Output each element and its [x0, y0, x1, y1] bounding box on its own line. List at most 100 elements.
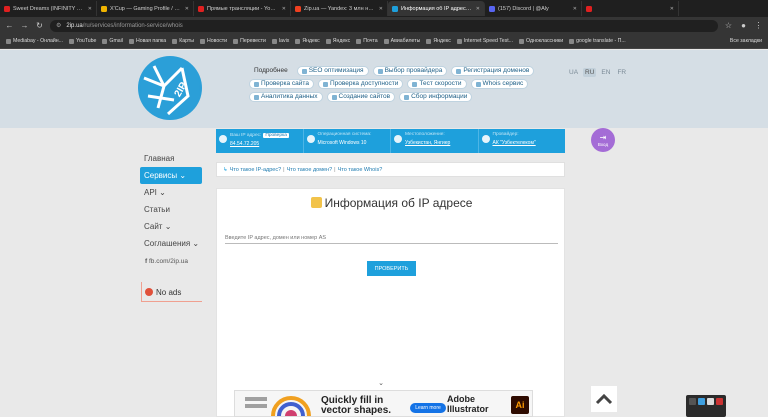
- crumb-what-is-ip[interactable]: Что такое IP-адрес?: [230, 167, 282, 173]
- bookmark-item[interactable]: Яндекс: [426, 38, 451, 44]
- bookmark-star-icon[interactable]: ☆: [724, 21, 733, 30]
- bookmark-favicon-icon: [295, 38, 301, 44]
- bookmark-item[interactable]: Карты: [172, 38, 194, 44]
- login-button[interactable]: ⇥ Вход: [591, 128, 615, 152]
- logo-globe-icon: 2IP: [140, 58, 200, 118]
- sidebar-item[interactable]: Сайт ⌄: [140, 218, 202, 235]
- tray-app-icon[interactable]: [698, 398, 705, 405]
- close-icon[interactable]: ✕: [476, 6, 480, 12]
- browser-tab[interactable]: (157) Discord | @Aly ✕: [485, 1, 582, 16]
- nav-link[interactable]: Выбор провайдера: [372, 66, 448, 76]
- bookmark-item[interactable]: Авиабилеты: [383, 38, 420, 44]
- bookmark-item[interactable]: Яндекс: [295, 38, 320, 44]
- nav-link[interactable]: Тест скорости: [407, 79, 467, 89]
- nav-link[interactable]: Whois сервис: [470, 79, 529, 89]
- ip-address-link[interactable]: 84.54.72.205: [230, 141, 289, 147]
- tray-app-icon[interactable]: [707, 398, 714, 405]
- advertisement-banner[interactable]: Quickly fill in vector shapes. Learn more…: [234, 390, 533, 417]
- bookmark-item[interactable]: Новая папка: [128, 38, 166, 44]
- lang-option[interactable]: UA: [567, 68, 580, 77]
- tray-app-icon[interactable]: [716, 398, 723, 405]
- sidebar-item[interactable]: Сервисы ⌄: [140, 167, 202, 184]
- bookmark-item[interactable]: YouTube: [69, 38, 96, 44]
- all-bookmarks-button[interactable]: Все закладки: [730, 38, 762, 44]
- bookmark-item[interactable]: Одноклассники: [519, 38, 563, 44]
- lang-option[interactable]: RU: [583, 68, 597, 77]
- bookmark-item[interactable]: Новости: [200, 38, 227, 44]
- tab-strip: Sweet Dreams (INFINITY BASS ✕ X'Cup — Gami…: [0, 0, 768, 17]
- system-tray: [686, 395, 726, 417]
- nav-link[interactable]: Регистрация доменов: [451, 66, 535, 76]
- browser-tab[interactable]: Sweet Dreams (INFINITY BASS ✕: [0, 1, 97, 16]
- web-page: 2IP Подробнее SEO оптимизация Выбор провай…: [0, 50, 768, 417]
- sidebar-item[interactable]: Главная: [140, 150, 202, 167]
- url-field[interactable]: ⚙ 2ip.ua/ru/services/information-service…: [50, 19, 718, 32]
- nav-link[interactable]: Подробнее: [249, 66, 293, 76]
- no-ads-link[interactable]: No ads: [141, 282, 202, 302]
- nav-link[interactable]: Проверка сайта: [249, 79, 314, 89]
- nav-link[interactable]: Сбор информации: [399, 92, 473, 102]
- close-icon[interactable]: ✕: [670, 6, 674, 12]
- browser-tab[interactable]: Информация об IP адресе - Whois✕: [388, 1, 485, 16]
- location-link[interactable]: Узбекистан, Янгиер: [405, 140, 450, 146]
- check-ip-button[interactable]: Проверка: [263, 133, 289, 138]
- browser-tab[interactable]: ✕: [582, 1, 679, 16]
- ip-domain-input[interactable]: [225, 233, 558, 244]
- nav-link[interactable]: Создание сайтов: [326, 92, 396, 102]
- bookmark-favicon-icon: [102, 38, 108, 44]
- reload-icon[interactable]: ↻: [35, 21, 44, 30]
- isp-link[interactable]: АК "Узбектелеком": [493, 140, 536, 146]
- close-icon[interactable]: ✕: [88, 6, 92, 12]
- browser-tab[interactable]: Прямые трансляции - YouTube ✕: [194, 1, 291, 16]
- bookmark-favicon-icon: [128, 38, 134, 44]
- bookmark-favicon-icon: [426, 38, 432, 44]
- bookmark-favicon-icon: [569, 38, 575, 44]
- lang-option[interactable]: EN: [599, 68, 612, 77]
- scroll-to-top-button[interactable]: [591, 386, 617, 412]
- close-icon[interactable]: ✕: [573, 6, 577, 12]
- nav-link[interactable]: Аналитика данных: [249, 92, 323, 102]
- question-icon: ↳: [223, 166, 228, 173]
- nav-link[interactable]: Проверка доступности: [317, 79, 404, 89]
- menu-icon[interactable]: ⋮: [754, 21, 763, 30]
- site-info-icon[interactable]: ⚙: [56, 22, 61, 29]
- forward-icon[interactable]: →: [20, 21, 29, 30]
- bookmark-favicon-icon: [456, 38, 462, 44]
- check-button[interactable]: ПРОВЕРИТЬ: [367, 261, 416, 276]
- bookmark-item[interactable]: Почта: [356, 38, 378, 44]
- computer-icon: [306, 135, 315, 143]
- site-logo[interactable]: 2IP: [138, 56, 202, 120]
- no-ads-icon: [145, 288, 153, 296]
- service-icon: [475, 81, 481, 87]
- bookmark-item[interactable]: Gmail: [102, 38, 123, 44]
- ad-learn-more-button[interactable]: Learn more: [410, 403, 446, 413]
- close-icon[interactable]: ✕: [379, 6, 383, 12]
- location-cell: Местоположение: Узбекистан, Янгиер: [391, 129, 479, 153]
- sidebar-item[interactable]: Статьи: [140, 201, 202, 218]
- bookmark-item[interactable]: Internet Speed Test...: [456, 38, 513, 44]
- sidebar-item[interactable]: API ⌄: [140, 184, 202, 201]
- bookmark-item[interactable]: Яндекс: [325, 38, 350, 44]
- login-icon: ⇥: [599, 133, 607, 142]
- crumb-what-is-whois[interactable]: Что такое Whois?: [338, 167, 383, 173]
- tray-app-icon[interactable]: [689, 398, 696, 405]
- back-icon[interactable]: ←: [5, 21, 14, 30]
- service-icon: [377, 68, 383, 74]
- close-icon[interactable]: ✕: [282, 6, 286, 12]
- browser-tab[interactable]: Zip.ua — Yandex: 3 млн найдено✕: [291, 1, 388, 16]
- crumb-what-is-domain[interactable]: Что такое домен?: [287, 167, 333, 173]
- close-icon[interactable]: ✕: [185, 6, 189, 12]
- ad-collapse-button[interactable]: ⌄: [369, 378, 393, 390]
- bookmark-item[interactable]: lavix: [271, 38, 289, 44]
- bookmark-item[interactable]: google translate - П...: [569, 38, 626, 44]
- browser-tab[interactable]: X'Cup — Gaming Profile / CLAY ✕: [97, 1, 194, 16]
- nav-link[interactable]: SEO оптимизация: [296, 66, 369, 76]
- bookmark-favicon-icon: [69, 38, 75, 44]
- sidebar-item[interactable]: Соглашения ⌄: [140, 235, 202, 252]
- tab-favicon-icon: [392, 5, 398, 12]
- lang-option[interactable]: FR: [615, 68, 628, 77]
- facebook-link[interactable]: f fb.com/2ip.ua: [145, 258, 188, 265]
- bookmark-item[interactable]: Mediabay - Онлайн...: [6, 38, 63, 44]
- bookmark-item[interactable]: Перевести: [233, 38, 266, 44]
- profile-icon[interactable]: ●: [739, 21, 748, 30]
